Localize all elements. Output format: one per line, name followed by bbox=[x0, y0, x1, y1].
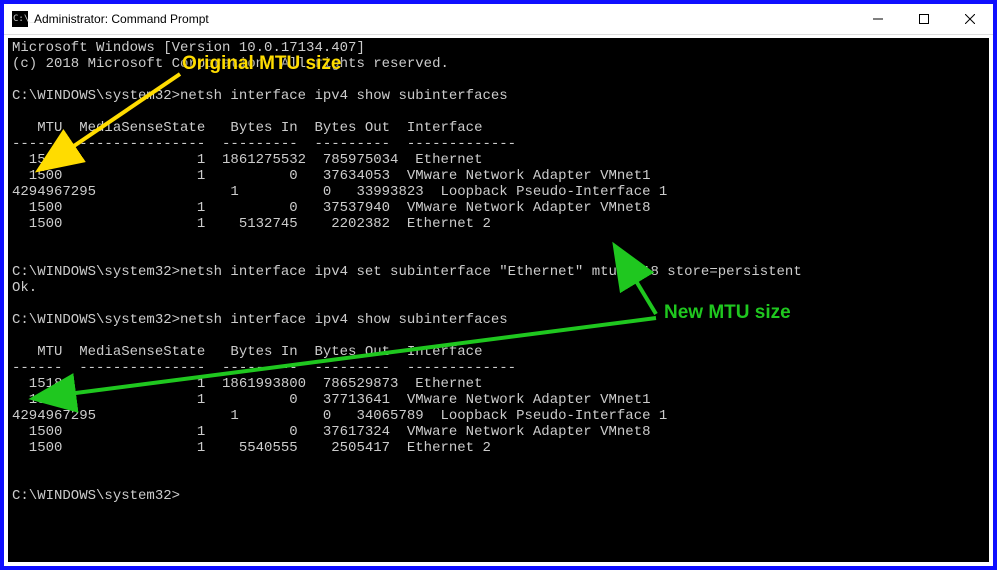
titlebar[interactable]: Administrator: Command Prompt bbox=[4, 4, 993, 35]
minimize-button[interactable] bbox=[855, 4, 901, 34]
cmd-icon bbox=[12, 11, 28, 27]
window-title: Administrator: Command Prompt bbox=[34, 12, 855, 26]
close-button[interactable] bbox=[947, 4, 993, 34]
window-controls bbox=[855, 4, 993, 34]
terminal-output[interactable]: Microsoft Windows [Version 10.0.17134.40… bbox=[8, 38, 989, 562]
maximize-button[interactable] bbox=[901, 4, 947, 34]
command-prompt-window: Administrator: Command Prompt Microsoft … bbox=[0, 0, 997, 570]
